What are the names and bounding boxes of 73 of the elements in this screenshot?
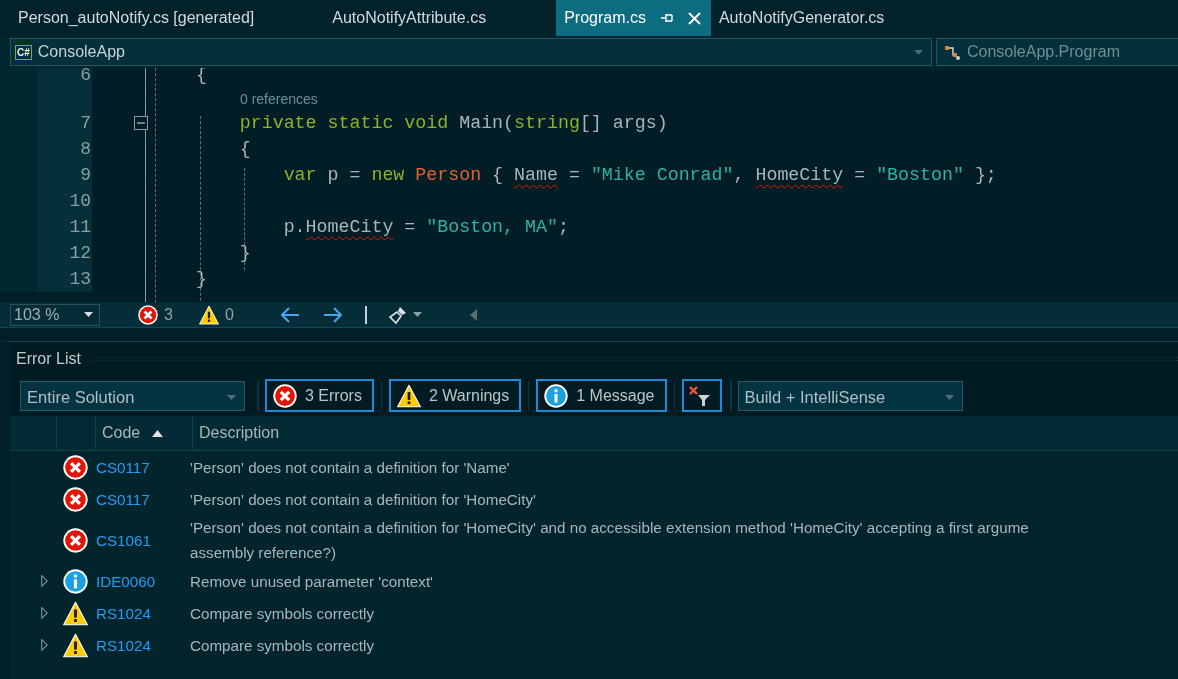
code-line: } (238, 243, 251, 263)
line-number: 13 (68, 268, 92, 291)
error-icon (62, 486, 88, 512)
column-header[interactable]: Description (192, 416, 1178, 450)
brush-icon[interactable] (388, 305, 407, 324)
line-number: 12 (68, 242, 92, 265)
error-code-link[interactable]: IDE0060 (96, 572, 156, 590)
column-header[interactable]: Code (95, 416, 192, 450)
code-line: private static void Main(string[] args) (238, 113, 668, 133)
close-icon[interactable] (687, 11, 701, 25)
back-arrow-icon[interactable] (279, 306, 300, 323)
info-icon (62, 568, 88, 594)
caret-icon (914, 49, 923, 55)
line-number: 10 (68, 190, 92, 213)
code-line: } (194, 269, 207, 289)
filter-toggle[interactable]: 2 Warnings (388, 379, 522, 412)
warning-count: 0 (224, 305, 234, 324)
line-number: 6 (79, 68, 92, 87)
line-number: 8 (79, 138, 92, 161)
error-code-link[interactable]: RS1024 (96, 604, 151, 622)
error-description: 'Person' does not contain a definition for 'HomeCity' (190, 489, 536, 510)
caret-icon (944, 395, 954, 400)
file-tab[interactable]: AutoNotifyAttribute.cs (324, 0, 495, 36)
caret-icon (412, 312, 422, 317)
error-code-link[interactable]: CS1061 (96, 531, 151, 549)
caret-icon (227, 395, 236, 400)
class-icon (943, 44, 961, 60)
filter-toggle[interactable]: 3 Errors (265, 379, 374, 412)
warning-icon (198, 304, 219, 325)
scope-dropdown[interactable]: Entire Solution (20, 380, 245, 411)
forward-arrow-icon[interactable] (322, 306, 343, 323)
panel-title: Error List (16, 349, 81, 368)
warning-icon (62, 600, 88, 626)
clear-filter-button[interactable] (681, 379, 722, 412)
file-tab[interactable]: Program.cs (556, 0, 711, 36)
error-description: Remove unused parameter 'context' (190, 571, 434, 592)
line-number: 7 (79, 112, 92, 135)
filter-toggle[interactable]: 1 Message (536, 379, 667, 412)
reference-count-link[interactable]: 0 references (240, 91, 318, 107)
error-code-link[interactable]: RS1024 (96, 636, 151, 654)
error-code-link[interactable]: CS0117 (96, 490, 150, 508)
scroll-left-icon[interactable] (469, 308, 477, 321)
error-icon (273, 383, 297, 408)
warning-icon (396, 383, 421, 408)
pin-icon[interactable] (659, 12, 674, 24)
error-count: 3 (164, 305, 173, 324)
file-tab[interactable]: AutoNotifyGenerator.cs (710, 0, 893, 36)
code-line: var p = new Person { Name = "Mike Conrad", HomeCity = "Boston" }; (282, 165, 997, 185)
file-tab[interactable]: Person_autoNotify.cs [generated] (10, 0, 263, 36)
info-icon (544, 383, 569, 408)
member-dropdown[interactable]: ConsoleApp.Program (936, 38, 1178, 66)
error-code-link[interactable]: CS0117 (96, 458, 150, 476)
expand-icon[interactable] (41, 639, 48, 651)
warning-icon (62, 632, 88, 658)
error-icon (138, 304, 158, 325)
error-description: 'Person' does not contain a definition for 'HomeCity' and no accessible extension method 'HomeCity' accepting a first argume assembly reference?) (190, 518, 1029, 563)
expand-icon[interactable] (41, 575, 48, 587)
caret-icon (84, 312, 93, 317)
line-number: 11 (68, 216, 92, 239)
line-number: 9 (79, 164, 92, 187)
expand-icon[interactable] (41, 607, 48, 619)
source-dropdown[interactable]: Build + IntelliSense (737, 380, 963, 411)
error-icon (62, 454, 88, 480)
error-icon (62, 527, 88, 553)
collapse-icon[interactable] (134, 116, 148, 130)
code-line: p.HomeCity = "Boston, MA"; (282, 217, 569, 237)
csharp-file-icon: C# (15, 44, 32, 60)
error-description: Compare symbols correctly (190, 635, 374, 656)
zoom-dropdown[interactable]: 103 % (10, 303, 100, 326)
error-description: Compare symbols correctly (190, 603, 374, 624)
project-dropdown[interactable]: C# ConsoleApp (10, 38, 932, 66)
error-description: 'Person' does not contain a definition for 'Name' (190, 457, 510, 478)
code-line: { (238, 139, 251, 159)
